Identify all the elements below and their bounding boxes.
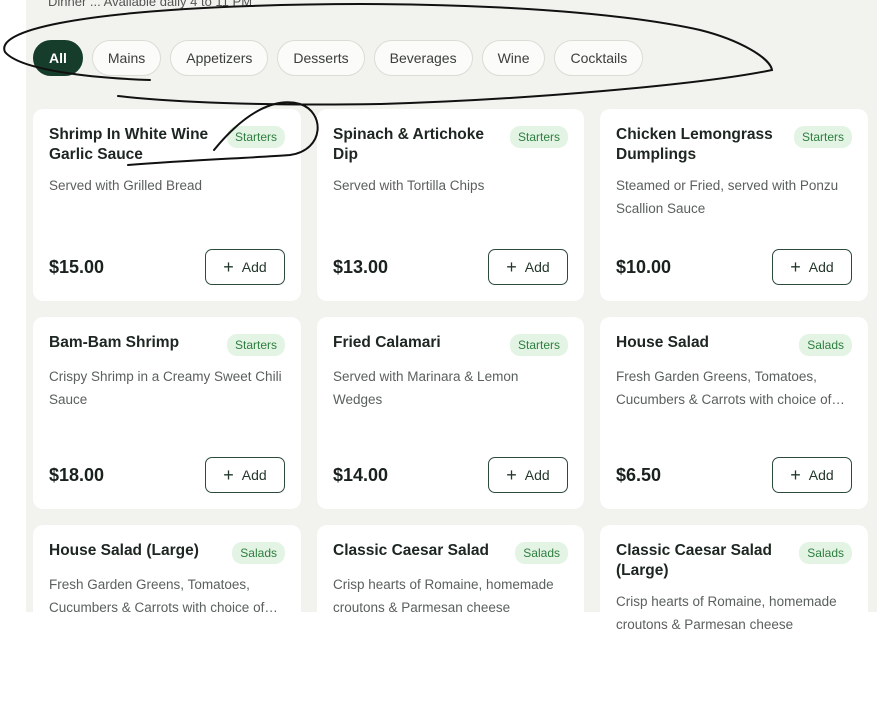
item-price: $13.00 bbox=[333, 256, 389, 277]
add-button[interactable]: + Add bbox=[772, 249, 852, 285]
menu-item-card: House Salad (Large) Salads Fresh Garden … bbox=[33, 525, 301, 717]
item-name: Chicken Lemongrass Dumplings bbox=[616, 126, 773, 163]
tab-appetizers[interactable]: Appetizers bbox=[170, 40, 269, 76]
plus-icon: + bbox=[223, 257, 234, 277]
menu-item-card: Classic Caesar Salad (Large) Salads Cris… bbox=[600, 525, 868, 717]
add-button-label: Add bbox=[241, 259, 267, 275]
category-tabs: All Mains Appetizers Desserts Beverages … bbox=[33, 40, 644, 76]
item-description: Fresh Garden Greens, Tomatoes, Cucumbers… bbox=[49, 577, 265, 615]
add-button[interactable]: + Add bbox=[488, 457, 568, 493]
item-description: Crisp hearts of Romaine, homemade crouto… bbox=[333, 577, 554, 615]
item-description: Fresh Garden Greens, Tomatoes, Cucumbers… bbox=[616, 369, 832, 407]
menu-item-card: House Salad Salads Fresh Garden Greens, … bbox=[600, 317, 868, 509]
tab-desserts[interactable]: Desserts bbox=[277, 40, 365, 76]
item-name: House Salad (Large) bbox=[49, 542, 199, 559]
item-price: $18.00 bbox=[49, 464, 105, 485]
item-description: Served with Marinara & Lemon Wedges bbox=[333, 369, 519, 407]
tab-wine[interactable]: Wine bbox=[481, 40, 546, 76]
tab-all[interactable]: All bbox=[33, 40, 83, 76]
item-name: Spinach & Artichoke Dip bbox=[333, 126, 485, 163]
add-button[interactable]: + Add bbox=[488, 249, 568, 285]
item-name: Classic Caesar Salad (Large) bbox=[616, 542, 772, 579]
item-description: Served with Tortilla Chips bbox=[333, 178, 485, 193]
menu-item-card: Chicken Lemongrass Dumplings Starters St… bbox=[600, 109, 868, 301]
menu-item-card: Fried Calamari Starters Served with Mari… bbox=[317, 317, 584, 509]
item-price: $10.00 bbox=[616, 256, 672, 277]
category-badge: Salads bbox=[799, 334, 852, 356]
add-button-label: Add bbox=[524, 467, 550, 483]
item-name: Shrimp In White Wine Garlic Sauce bbox=[49, 126, 209, 163]
category-badge: Salads bbox=[515, 542, 568, 564]
add-button[interactable]: + Add bbox=[205, 249, 285, 285]
item-description: Crispy Shrimp in a Creamy Sweet Chili Sa… bbox=[49, 369, 282, 407]
category-badge: Starters bbox=[226, 126, 285, 148]
plus-icon: + bbox=[506, 465, 517, 485]
item-name: Classic Caesar Salad bbox=[333, 542, 489, 559]
tab-mains[interactable]: Mains bbox=[91, 40, 162, 76]
plus-icon: + bbox=[790, 465, 801, 485]
add-button-label: Add bbox=[241, 467, 267, 483]
tab-cocktails[interactable]: Cocktails bbox=[554, 40, 644, 76]
add-button-label: Add bbox=[808, 467, 834, 483]
category-badge: Starters bbox=[226, 334, 285, 356]
item-price: $6.50 bbox=[616, 464, 662, 485]
item-description: Steamed or Fried, served with Ponzu Scal… bbox=[616, 178, 839, 216]
menu-subtitle: Dinner ... Available daily 4 to 11 PM bbox=[48, 0, 253, 9]
item-price: $14.00 bbox=[333, 464, 389, 485]
category-badge: Salads bbox=[232, 542, 285, 564]
add-button-label: Add bbox=[808, 259, 834, 275]
menu-item-card: Classic Caesar Salad Salads Crisp hearts… bbox=[317, 525, 584, 717]
category-badge: Salads bbox=[799, 542, 852, 564]
item-name: House Salad bbox=[616, 334, 710, 351]
tab-beverages[interactable]: Beverages bbox=[373, 40, 473, 76]
menu-item-card: Shrimp In White Wine Garlic Sauce Starte… bbox=[33, 109, 301, 301]
category-badge: Starters bbox=[793, 126, 852, 148]
menu-item-card: Spinach & Artichoke Dip Starters Served … bbox=[317, 109, 584, 301]
item-price: $15.00 bbox=[49, 256, 105, 277]
item-name: Fried Calamari bbox=[333, 334, 441, 351]
plus-icon: + bbox=[506, 257, 517, 277]
item-name: Bam-Bam Shrimp bbox=[49, 334, 180, 351]
plus-icon: + bbox=[223, 465, 234, 485]
category-badge: Starters bbox=[509, 126, 568, 148]
menu-grid: Shrimp In White Wine Garlic Sauce Starte… bbox=[33, 109, 868, 717]
item-description: Served with Grilled Bread bbox=[49, 178, 203, 193]
add-button[interactable]: + Add bbox=[205, 457, 285, 493]
item-description: Crisp hearts of Romaine, homemade crouto… bbox=[616, 594, 837, 632]
add-button[interactable]: + Add bbox=[772, 457, 852, 493]
category-badge: Starters bbox=[509, 334, 568, 356]
plus-icon: + bbox=[790, 257, 801, 277]
add-button-label: Add bbox=[524, 259, 550, 275]
menu-item-card: Bam-Bam Shrimp Starters Crispy Shrimp in… bbox=[33, 317, 301, 509]
